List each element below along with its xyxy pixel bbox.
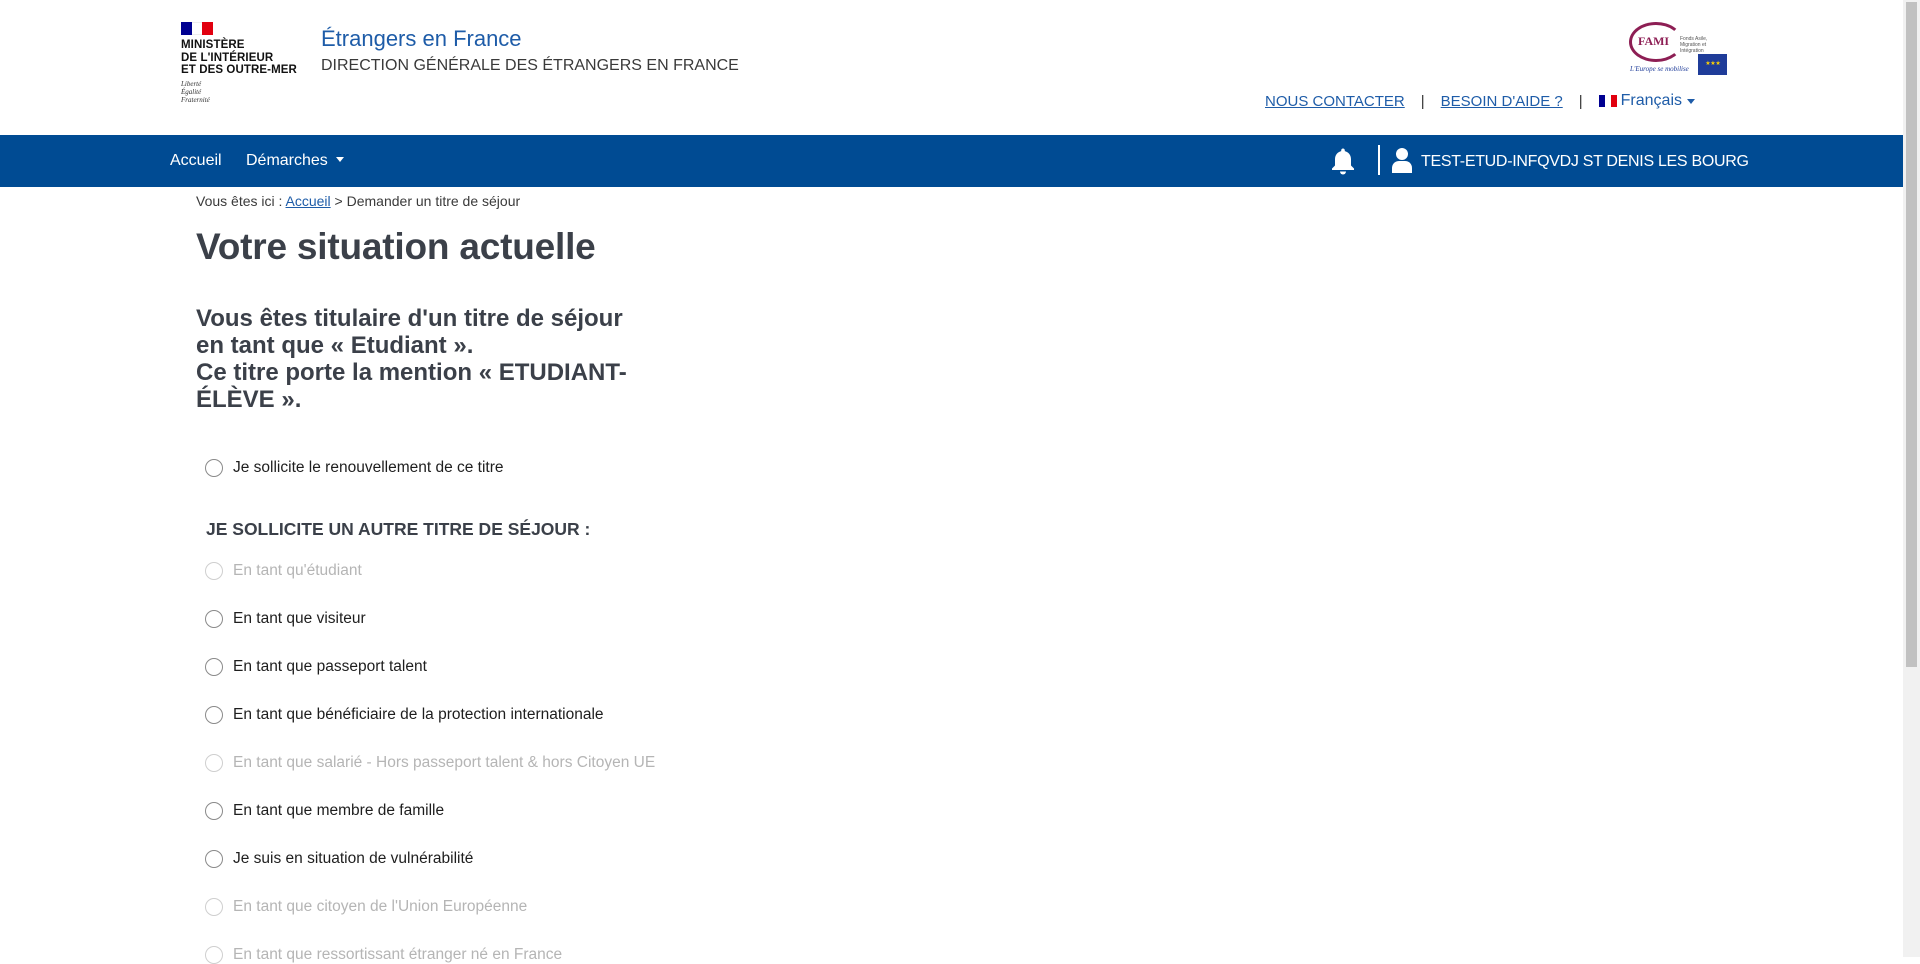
permit-option[interactable]: En tant que visiteur — [205, 610, 366, 628]
situation-line-2: Ce titre porte la mention « ETUDIANT-ÉLÈ… — [196, 359, 627, 413]
radio-button — [205, 898, 223, 916]
permit-option-label: En tant que bénéficiaire de la protectio… — [233, 706, 604, 723]
renewal-option[interactable]: Je sollicite le renouvellement de ce tit… — [205, 459, 504, 477]
ministry-name: MINISTÈRE DE L'INTÉRIEUR ET DES OUTRE-ME… — [181, 39, 297, 76]
radio-button[interactable] — [205, 658, 223, 676]
site-title[interactable]: Étrangers en France — [321, 26, 522, 52]
main-navbar: Accueil Démarches TEST-ETUD-INFQVDJ ST D… — [0, 135, 1903, 187]
radio-button — [205, 946, 223, 964]
permit-option-label: En tant que citoyen de l'Union Européenn… — [233, 898, 528, 915]
permit-option[interactable]: En tant que bénéficiaire de la protectio… — [205, 706, 604, 724]
nav-home[interactable]: Accueil — [170, 152, 222, 170]
radio-button[interactable] — [205, 459, 223, 477]
help-link[interactable]: BESOIN D'AIDE ? — [1441, 93, 1563, 110]
permit-option: En tant que salarié - Hors passeport tal… — [205, 754, 655, 772]
permit-option: En tant qu'étudiant — [205, 562, 362, 580]
permit-option[interactable]: En tant que membre de famille — [205, 802, 444, 820]
language-selector[interactable]: Français — [1598, 92, 1695, 110]
breadcrumb-home-link[interactable]: Accueil — [286, 193, 331, 209]
fami-wordmark: FAMI — [1638, 34, 1670, 48]
language-label: Français — [1620, 92, 1682, 109]
separator: | — [1420, 92, 1425, 110]
permit-option-label: En tant que membre de famille — [233, 802, 445, 819]
nav-procedures-dropdown[interactable]: Démarches — [246, 152, 344, 170]
vertical-scrollbar[interactable] — [1903, 0, 1920, 957]
caret-down-icon — [335, 157, 344, 162]
marianne-flag-icon — [181, 22, 214, 35]
other-title-heading: JE SOLLICITE UN AUTRE TITRE DE SÉJOUR : — [206, 519, 591, 539]
french-flag-icon — [1598, 95, 1617, 107]
bell-icon[interactable] — [1330, 147, 1356, 175]
separator: | — [1578, 92, 1583, 110]
site-subtitle: DIRECTION GÉNÉRALE DES ÉTRANGERS EN FRAN… — [321, 57, 739, 74]
eu-flag-icon: ★ ★ ★ — [1698, 54, 1727, 75]
fami-caption: Fonds Asile, Migration et Intégration — [1680, 36, 1708, 54]
permit-option-label: En tant que passeport talent — [233, 658, 427, 675]
contact-link[interactable]: NOUS CONTACTER — [1265, 93, 1405, 110]
nav-procedures-label: Démarches — [246, 152, 328, 169]
radio-button[interactable] — [205, 802, 223, 820]
renewal-option-label: Je sollicite le renouvellement de ce tit… — [233, 459, 504, 476]
page-title: Votre situation actuelle — [196, 226, 596, 267]
breadcrumb-prefix: Vous êtes ici : — [196, 193, 283, 209]
current-situation-text: Vous êtes titulaire d'un titre de séjour… — [196, 305, 656, 413]
radio-button[interactable] — [205, 706, 223, 724]
radio-button[interactable] — [205, 610, 223, 628]
permit-option-label: En tant qu'étudiant — [233, 562, 362, 579]
utility-links: NOUS CONTACTER | BESOIN D'AIDE ? | Franç… — [1265, 92, 1695, 110]
situation-line-1: Vous êtes titulaire d'un titre de séjour… — [196, 305, 623, 359]
permit-option-label: En tant que visiteur — [233, 610, 366, 627]
radio-button — [205, 754, 223, 772]
radio-button — [205, 562, 223, 580]
fami-slogan: L'Europe se mobilise — [1630, 65, 1689, 73]
breadcrumb: Vous êtes ici : Accueil > Demander un ti… — [196, 193, 520, 209]
site-header: MINISTÈRE DE L'INTÉRIEUR ET DES OUTRE-ME… — [0, 0, 1903, 135]
user-icon[interactable] — [1392, 147, 1412, 173]
permit-option-label: En tant que salarié - Hors passeport tal… — [233, 754, 656, 771]
fami-eu-logo: FAMI Fonds Asile, Migration et Intégrati… — [1628, 22, 1728, 76]
chevron-down-icon — [1687, 98, 1695, 104]
permit-option: En tant que ressortissant étranger né en… — [205, 946, 562, 964]
permit-option[interactable]: Je suis en situation de vulnérabilité — [205, 850, 473, 868]
permit-option-label: En tant que ressortissant étranger né en… — [233, 946, 563, 963]
permit-option[interactable]: En tant que passeport talent — [205, 658, 427, 676]
radio-button[interactable] — [205, 850, 223, 868]
user-account-name[interactable]: TEST-ETUD-INFQVDJ ST DENIS LES BOURG — [1421, 153, 1749, 171]
republic-motto: Liberté Égalité Fraternité — [181, 79, 210, 104]
ministry-logo[interactable]: MINISTÈRE DE L'INTÉRIEUR ET DES OUTRE-ME… — [181, 22, 301, 104]
permit-option: En tant que citoyen de l'Union Européenn… — [205, 898, 527, 916]
scrollbar-thumb[interactable] — [1906, 2, 1917, 667]
permit-option-label: Je suis en situation de vulnérabilité — [233, 850, 474, 867]
breadcrumb-current: > Demander un titre de séjour — [334, 193, 521, 209]
nav-divider — [1378, 145, 1380, 175]
